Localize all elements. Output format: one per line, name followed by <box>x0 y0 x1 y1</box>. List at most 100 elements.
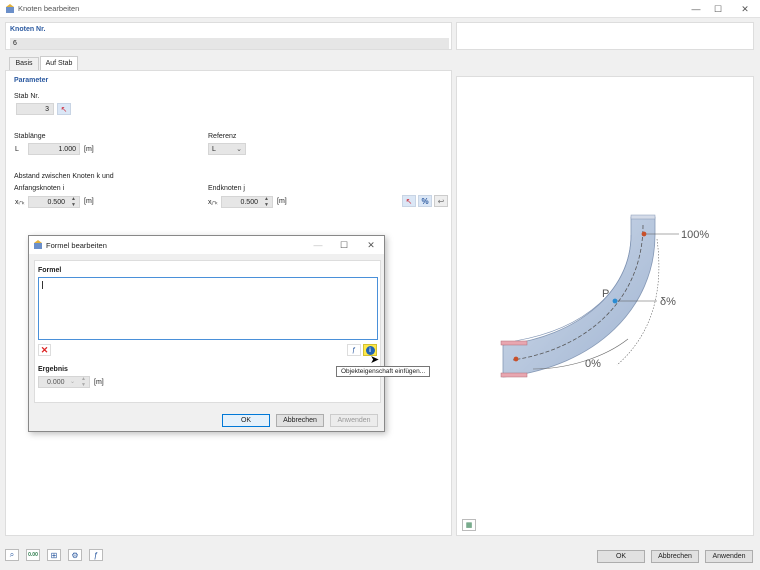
end-node-label: Endknoten j <box>208 185 245 192</box>
diagram-panel: 100% P δ% 0% ▦ <box>456 76 754 536</box>
ergebnis-field: 0.000 ⌄ ▲ ▼ <box>38 376 90 388</box>
xik-spinner-icon[interactable]: ▲ ▼ <box>71 196 76 208</box>
node-label: Knoten Nr. <box>10 26 46 33</box>
stab-value: 3 <box>45 106 49 113</box>
insert-function-button[interactable]: ƒ <box>347 344 361 356</box>
distance-label-1: Abstand zwischen Knoten k und <box>14 173 114 180</box>
tab-auf-stab[interactable]: Auf Stab <box>40 56 78 71</box>
xjk-symbol: xⱼ-ₖ <box>208 199 219 206</box>
node-field[interactable]: 6 <box>10 38 449 49</box>
cancel-button[interactable]: Abbrechen <box>651 550 699 563</box>
ergebnis-value: 0.000 <box>47 379 65 386</box>
dialog-ok-button[interactable]: OK <box>222 414 270 427</box>
xjk-field[interactable]: 0.500 ▲ ▼ <box>221 196 273 208</box>
tab-auf-stab-label: Auf Stab <box>45 60 73 67</box>
stab-field[interactable]: 3 <box>16 103 54 115</box>
node-group: Knoten Nr. 6 <box>5 22 452 50</box>
table-icon: ⊞ <box>50 550 58 560</box>
reverse-button[interactable]: ↩ <box>434 195 448 207</box>
mouse-cursor-icon: ➤ <box>370 354 380 366</box>
xik-value: 0.500 <box>47 199 65 206</box>
pick-cursor-icon: ↖ <box>60 104 68 114</box>
dialog-maximize-button[interactable]: ☐ <box>334 238 354 252</box>
xik-unit: [m] <box>84 198 94 205</box>
label-delta: δ% <box>660 296 676 308</box>
units-icon: 0.00 <box>28 552 38 558</box>
dialog-close-button[interactable]: ✕ <box>361 238 381 252</box>
length-symbol: L <box>15 146 19 153</box>
xjk-spinner-icon[interactable]: ▲ ▼ <box>264 196 269 208</box>
clear-formula-button[interactable]: ✕ <box>38 344 51 356</box>
reference-select[interactable]: L ⌄ <box>208 143 246 155</box>
pick-cursor-icon: ↖ <box>405 196 413 206</box>
return-arrow-icon: ↩ <box>437 196 445 206</box>
reference-label: Referenz <box>208 133 237 140</box>
dialog-apply-label: Anwenden <box>337 417 371 424</box>
tab-basis-label: Basis <box>15 60 33 67</box>
xik-field[interactable]: 0.500 ▲ ▼ <box>28 196 80 208</box>
tab-basis[interactable]: Basis <box>9 57 39 70</box>
ok-button[interactable]: OK <box>597 550 645 563</box>
text-caret <box>42 281 43 289</box>
parameter-heading: Parameter <box>14 77 49 84</box>
search-icon: ⌕ <box>9 550 15 559</box>
label-p: P <box>602 288 610 300</box>
table-button[interactable]: ⊞ <box>47 549 61 561</box>
formula-dialog: Formel bearbeiten — ☐ ✕ Formel ✕ ƒ i Erg… <box>28 235 385 432</box>
ergebnis-spinner-icon: ▲ ▼ <box>81 376 86 388</box>
reference-value: L <box>212 146 216 153</box>
app-icon <box>5 4 15 14</box>
formel-label: Formel <box>38 267 62 274</box>
function-icon: ƒ <box>352 346 356 354</box>
tooltip: Objekteigenschaft einfügen... <box>336 366 431 377</box>
window-title: Knoten bearbeiten <box>18 4 80 13</box>
label-0: 0% <box>585 358 601 370</box>
length-label: Stablänge <box>14 133 46 140</box>
beam-diagram <box>500 214 679 378</box>
xjk-value: 0.500 <box>240 199 258 206</box>
dialog-titlebar: Formel bearbeiten — ☐ ✕ <box>29 236 384 254</box>
formula-button[interactable]: ƒ <box>89 549 103 561</box>
chevron-down-icon: ⌄ <box>70 379 76 385</box>
title-bar: Knoten bearbeiten — ☐ ✕ <box>0 0 760 18</box>
search-button[interactable]: ⌕ <box>5 549 19 561</box>
close-button[interactable]: ✕ <box>735 2 755 16</box>
app-icon <box>33 240 43 250</box>
label-100: 100% <box>681 229 710 241</box>
percent-button[interactable]: % <box>418 195 432 207</box>
delete-icon: ✕ <box>40 345 49 355</box>
xjk-unit: [m] <box>277 198 287 205</box>
ergebnis-unit: [m] <box>94 379 104 386</box>
distance-label-2: Anfangsknoten i <box>14 185 65 192</box>
apply-label: Anwenden <box>712 553 746 560</box>
units-button[interactable]: 0.00 <box>26 549 40 561</box>
apply-button[interactable]: Anwenden <box>705 550 753 563</box>
minimize-button[interactable]: — <box>686 2 706 16</box>
formula-textarea[interactable] <box>38 277 378 340</box>
tooltip-text: Objekteigenschaft einfügen... <box>341 368 426 375</box>
dialog-minimize-button[interactable]: — <box>308 238 328 252</box>
pick-location-button[interactable]: ↖ <box>402 195 416 207</box>
cancel-label: Abbrechen <box>658 553 692 560</box>
ergebnis-label: Ergebnis <box>38 366 68 373</box>
length-value: 1.000 <box>58 146 76 153</box>
length-field: 1.000 <box>28 143 80 155</box>
ok-label: OK <box>615 553 627 560</box>
settings-button[interactable]: ⚙ <box>68 549 82 561</box>
xik-symbol: xᵢ-ₖ <box>15 199 25 206</box>
maximize-button[interactable]: ☐ <box>708 2 728 16</box>
node-value: 6 <box>13 40 17 47</box>
stab-label: Stab Nr. <box>14 93 40 100</box>
dialog-apply-button: Anwenden <box>330 414 378 427</box>
select-member-button[interactable]: ↖ <box>57 103 71 115</box>
dialog-cancel-label: Abbrechen <box>283 417 317 424</box>
percent-icon: % <box>421 196 429 206</box>
node-comment-panel <box>456 22 754 50</box>
dialog-title: Formel bearbeiten <box>46 241 107 250</box>
dialog-content: Formel ✕ ƒ i Ergebnis 0.000 ⌄ ▲ ▼ [m] <box>34 260 381 403</box>
dialog-cancel-button[interactable]: Abbrechen <box>276 414 324 427</box>
function-icon: ƒ <box>93 550 99 560</box>
footer-toolbar: ⌕ 0.00 ⊞ ⚙ ƒ OK Abbrechen Anwenden <box>0 541 760 570</box>
diagram-options-button[interactable]: ▦ <box>462 519 476 531</box>
diagram-settings-icon: ▦ <box>465 522 473 529</box>
